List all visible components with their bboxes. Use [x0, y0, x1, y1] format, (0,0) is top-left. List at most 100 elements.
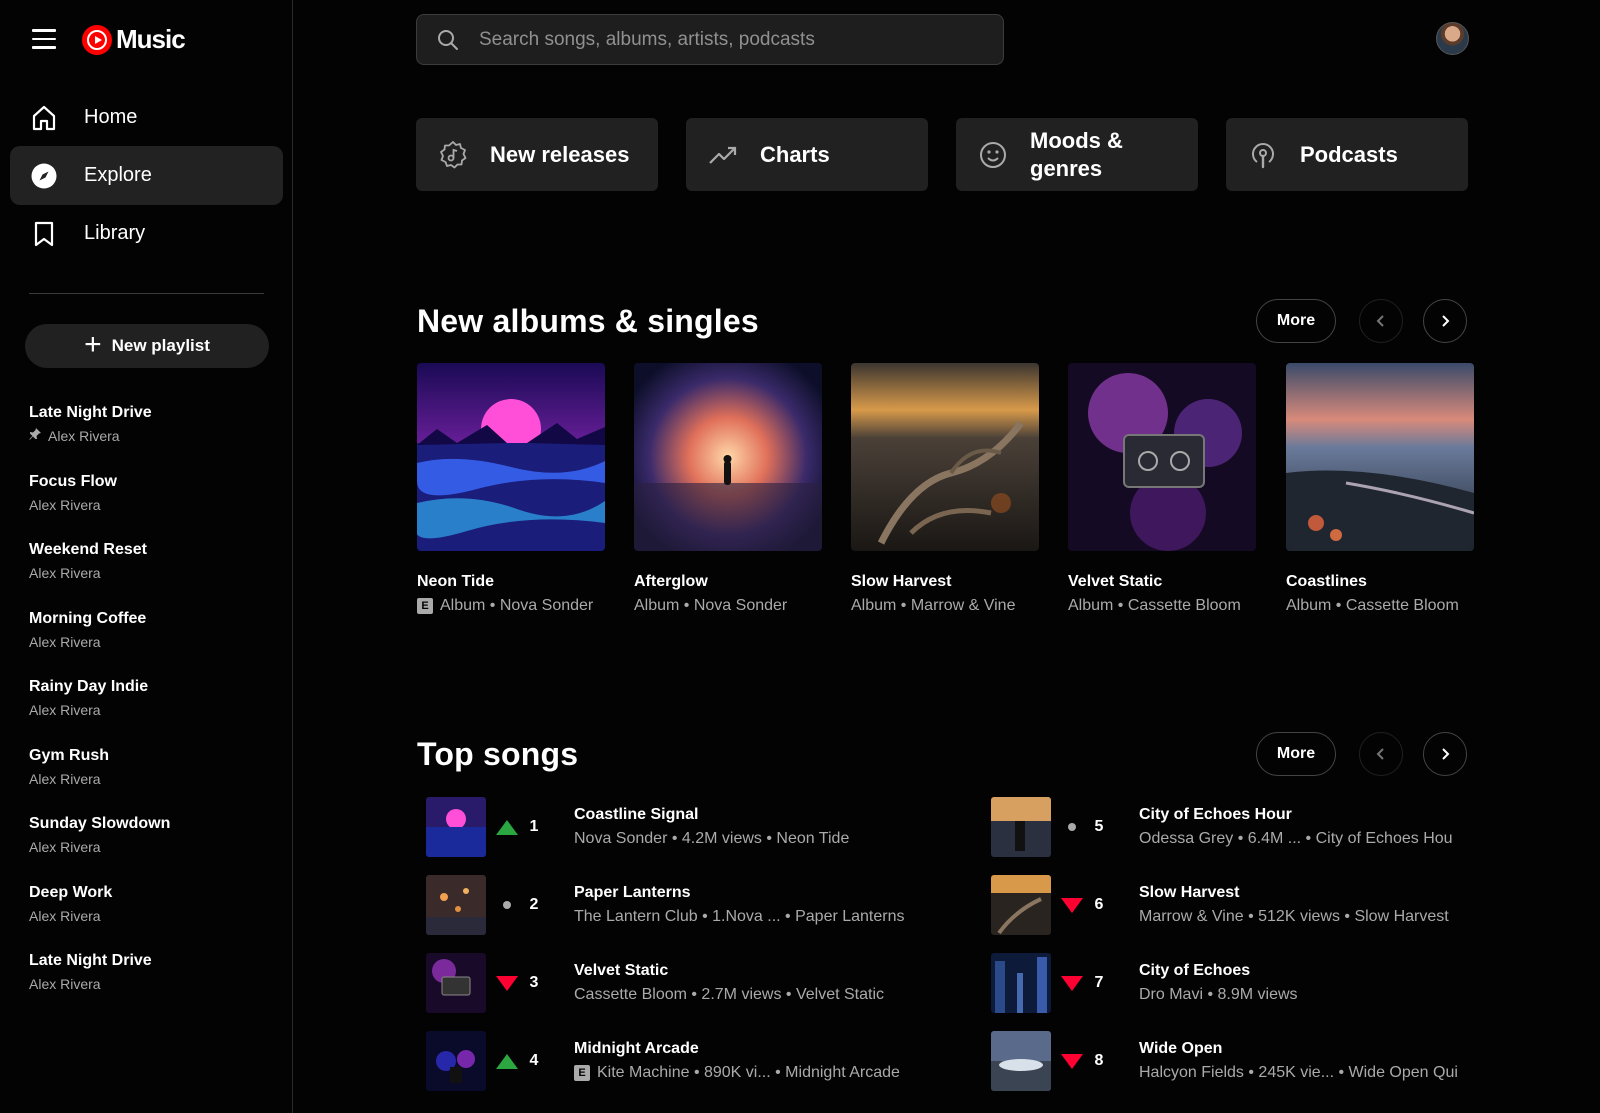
chevron-right-icon — [1442, 315, 1450, 327]
song-subtitle: Kite Machine • 890K vi... • Midnight Arc… — [597, 1064, 900, 1081]
album-title[interactable]: Slow Harvest — [851, 572, 1039, 592]
song-title[interactable]: Coastline Signal — [574, 805, 849, 825]
song-title[interactable]: Slow Harvest — [1139, 883, 1449, 903]
song-title[interactable]: Midnight Arcade — [574, 1039, 900, 1059]
songs-prev-button[interactable] — [1359, 732, 1403, 776]
album-subtitle: Album • Nova Sonder — [440, 597, 594, 614]
playlist-owner: Alex Rivera — [29, 496, 101, 513]
song-title[interactable]: City of Echoes Hour — [1139, 805, 1453, 825]
song-thumbnail[interactable] — [991, 1031, 1051, 1091]
album-card[interactable]: Coastlines Album • Cassette Bloom — [1286, 363, 1474, 616]
plus-icon: + — [84, 327, 102, 361]
album-card[interactable]: Slow Harvest Album • Marrow & Vine — [851, 363, 1039, 616]
song-title[interactable]: Velvet Static — [574, 961, 884, 981]
playlist-item[interactable]: Late Night Drive Alex Rivera — [29, 951, 279, 1020]
search-input[interactable]: Search songs, albums, artists, podcasts — [479, 29, 815, 51]
song-rank: 3 — [529, 974, 539, 991]
song-title[interactable]: Paper Lanterns — [574, 883, 905, 903]
playlist-title: Morning Coffee — [29, 609, 147, 627]
song-row[interactable]: 8 Wide Open Halcyon Fields • 245K vie...… — [991, 1030, 1458, 1092]
song-thumbnail[interactable] — [991, 875, 1051, 935]
search-bar[interactable]: Search songs, albums, artists, podcasts — [416, 14, 1004, 65]
song-rank: 1 — [529, 818, 539, 835]
trend-down-icon — [1061, 894, 1083, 916]
playlist-title: Late Night Drive — [29, 404, 152, 421]
chevron-right-icon — [1442, 748, 1450, 760]
nav-home[interactable]: Home — [10, 88, 283, 147]
album-card[interactable]: Neon Tide E Album • Nova Sonder — [417, 363, 605, 616]
albums-more-button[interactable]: More — [1256, 299, 1336, 343]
song-thumbnail[interactable] — [426, 797, 486, 857]
nav-explore[interactable]: Explore — [10, 146, 283, 205]
song-rank: 8 — [1094, 1052, 1104, 1069]
album-card[interactable]: Velvet Static Album • Cassette Bloom — [1068, 363, 1256, 616]
sidebar-divider — [29, 293, 264, 294]
playlist-item[interactable]: Morning Coffee Alex Rivera — [29, 609, 279, 678]
playlist-item[interactable]: Late Night Drive Alex Rivera — [29, 403, 279, 472]
songs-next-button[interactable] — [1423, 732, 1467, 776]
song-row[interactable]: 1 Coastline Signal Nova Sonder • 4.2M vi… — [426, 796, 849, 858]
playlist-item[interactable]: Weekend Reset Alex Rivera — [29, 540, 279, 609]
album-card[interactable]: Afterglow Album • Nova Sonder — [634, 363, 822, 616]
albums-prev-button[interactable] — [1359, 299, 1403, 343]
song-row[interactable]: 3 Velvet Static Cassette Bloom • 2.7M vi… — [426, 952, 884, 1014]
album-cover[interactable] — [1286, 363, 1474, 551]
song-rank: 5 — [1094, 818, 1104, 835]
playlist-owner: Alex Rivera — [29, 702, 101, 718]
playlist-item[interactable]: Gym Rush Alex Rivera — [29, 746, 279, 815]
playlist-title: Deep Work — [29, 883, 113, 901]
category-charts[interactable]: Charts — [686, 118, 928, 191]
album-title[interactable]: Neon Tide — [417, 572, 605, 592]
song-row[interactable]: 6 Slow Harvest Marrow & Vine • 512K view… — [991, 874, 1449, 936]
song-row[interactable]: 5 City of Echoes Hour Odessa Grey • 6.4M… — [991, 796, 1453, 858]
song-thumbnail[interactable] — [991, 953, 1051, 1013]
album-subtitle: Album • Nova Sonder — [634, 597, 788, 614]
songs-more-button[interactable]: More — [1256, 732, 1336, 776]
category-podcasts[interactable]: Podcasts — [1226, 118, 1468, 191]
home-icon — [30, 104, 58, 132]
song-subtitle: Cassette Bloom • 2.7M views • Velvet Sta… — [574, 986, 884, 1003]
menu-icon[interactable] — [32, 29, 56, 49]
song-thumbnail[interactable] — [426, 875, 486, 935]
new-playlist-label: New playlist — [111, 336, 210, 355]
logo-text: Music — [116, 24, 186, 54]
album-cover[interactable] — [634, 363, 822, 551]
new-playlist-button[interactable]: + New playlist — [25, 324, 269, 368]
song-row[interactable]: 2 Paper Lanterns The Lantern Club • 1.No… — [426, 874, 905, 936]
trend-down-icon — [1061, 972, 1083, 994]
nav-library[interactable]: Library — [10, 204, 283, 263]
song-thumbnail[interactable] — [426, 953, 486, 1013]
playlist-item[interactable]: Rainy Day Indie Alex Rivera — [29, 677, 279, 746]
album-title[interactable]: Afterglow — [634, 572, 822, 592]
category-new-releases[interactable]: New releases — [416, 118, 658, 191]
album-subtitle: Album • Marrow & Vine — [851, 597, 1016, 614]
song-thumbnail[interactable] — [426, 1031, 486, 1091]
trend-down-icon — [496, 972, 518, 994]
library-icon — [30, 220, 58, 248]
avatar[interactable] — [1436, 22, 1469, 55]
playlist-item[interactable]: Sunday Slowdown Alex Rivera — [29, 814, 279, 883]
album-cover[interactable] — [1068, 363, 1256, 551]
song-row[interactable]: 7 City of Echoes Dro Mavi • 8.9M views — [991, 952, 1298, 1014]
playlist-owner: Alex Rivera — [29, 565, 101, 581]
albums-next-button[interactable] — [1423, 299, 1467, 343]
album-cover[interactable] — [851, 363, 1039, 551]
playlist-title: Focus Flow — [29, 472, 117, 490]
song-rank: 2 — [529, 896, 539, 913]
playlist-title: Gym Rush — [29, 746, 110, 764]
trend-up-icon — [496, 1050, 518, 1072]
youtube-music-logo[interactable]: Music — [82, 24, 186, 55]
song-thumbnail[interactable] — [991, 797, 1051, 857]
playlist-item[interactable]: Deep Work Alex Rivera — [29, 883, 279, 952]
playlist-owner: Alex Rivera — [29, 907, 101, 924]
album-title[interactable]: Velvet Static — [1068, 572, 1256, 592]
song-title[interactable]: City of Echoes — [1139, 961, 1298, 981]
album-title[interactable]: Coastlines — [1286, 572, 1474, 592]
song-row[interactable]: 4 Midnight Arcade E Kite Machine • 890K v… — [426, 1030, 900, 1092]
album-cover[interactable] — [417, 363, 605, 551]
playlist-title: Weekend Reset — [29, 541, 147, 558]
category-moods-genres[interactable]: Moods & genres — [956, 118, 1198, 191]
song-title[interactable]: Wide Open — [1139, 1039, 1458, 1059]
playlist-item[interactable]: Focus Flow Alex Rivera — [29, 472, 279, 541]
trending-icon — [708, 140, 738, 170]
